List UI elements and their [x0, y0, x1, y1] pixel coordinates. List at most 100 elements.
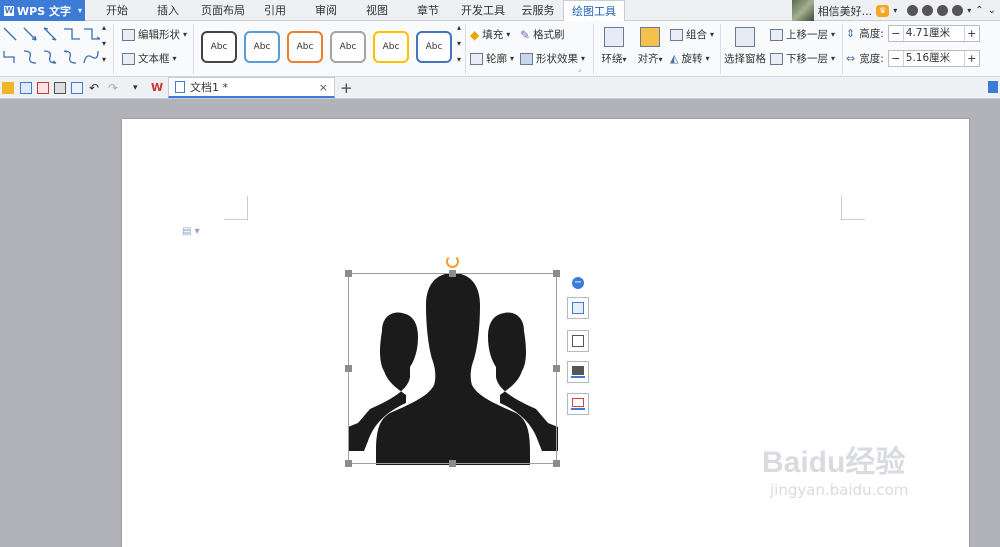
- dropdown-arrow-icon: ▾: [581, 54, 586, 63]
- styles-scroll-down[interactable]: ▾: [457, 39, 461, 48]
- more-dropdown-icon[interactable]: ▾: [967, 6, 971, 15]
- fill-color-button[interactable]: [567, 361, 589, 383]
- skin-icon[interactable]: [907, 5, 919, 16]
- resize-handle-se[interactable]: [553, 460, 560, 467]
- tab-section[interactable]: 章节: [410, 0, 446, 21]
- format-brush-icon: ✎: [520, 27, 531, 42]
- tab-drawing-tools[interactable]: 绘图工具: [563, 0, 625, 22]
- gallery-expand[interactable]: ▾: [102, 55, 106, 64]
- resize-handle-ne[interactable]: [553, 270, 560, 277]
- shape-style-4[interactable]: Abc: [330, 31, 366, 63]
- export-pdf-icon[interactable]: [37, 82, 49, 94]
- resize-handle-sw[interactable]: [345, 460, 352, 467]
- avatar[interactable]: [791, 0, 814, 21]
- wrap-layout-icon: [572, 302, 584, 314]
- fill-button[interactable]: ◆ 填充 ▾: [470, 27, 510, 42]
- rotate-icon: ◭: [670, 52, 679, 65]
- outline-color-button[interactable]: [567, 393, 589, 415]
- print-preview-icon[interactable]: [71, 82, 83, 94]
- select-pane-label: 选择窗格: [724, 53, 766, 65]
- crop-button[interactable]: [567, 330, 589, 352]
- shape-style-3[interactable]: Abc: [287, 31, 323, 63]
- outline-button[interactable]: 轮廓 ▾: [470, 51, 514, 66]
- width-decrease-button[interactable]: −: [889, 52, 903, 65]
- selection-frame[interactable]: [348, 273, 557, 464]
- dropdown-arrow-icon: ▾: [831, 54, 836, 63]
- menu-bar: W WPS 文字 ▾ 开始 插入 页面布局 引用 审阅 视图 章节 开发工具 云…: [0, 0, 1000, 22]
- line-shapes-gallery[interactable]: [2, 25, 102, 69]
- height-decrease-button[interactable]: −: [889, 27, 903, 40]
- document-page[interactable]: ▤ ▾ − Baidu经验 jingyan.baidu.com: [122, 119, 969, 547]
- dropdown-arrow-icon: ▾: [705, 54, 710, 63]
- resize-handle-n[interactable]: [449, 270, 456, 277]
- user-name[interactable]: 相信美好...: [818, 3, 873, 19]
- wrap-text-button[interactable]: 环绕▾: [598, 27, 630, 66]
- gallery-scroll-up[interactable]: ▴: [102, 23, 106, 32]
- resize-handle-nw[interactable]: [345, 270, 352, 277]
- paragraph-layout-icon[interactable]: ▤ ▾: [182, 226, 200, 237]
- format-brush-button[interactable]: ✎ 格式刷: [520, 27, 565, 42]
- shape-effect-icon: [520, 52, 533, 65]
- align-button[interactable]: 对齐▾: [634, 27, 666, 66]
- save-icon[interactable]: [20, 82, 32, 94]
- customize-toolbar-icon[interactable]: ▾: [133, 82, 145, 94]
- text-box-button[interactable]: 文本框 ▾: [122, 51, 177, 66]
- group-button[interactable]: 组合 ▾: [670, 27, 714, 42]
- tab-developer[interactable]: 开发工具: [458, 0, 508, 21]
- height-increase-button[interactable]: +: [965, 27, 979, 40]
- user-dropdown-icon[interactable]: ▾: [893, 6, 897, 15]
- rotate-button[interactable]: ◭ 旋转 ▾: [670, 51, 709, 66]
- layout-options-button[interactable]: [567, 297, 589, 319]
- help-icon[interactable]: [937, 5, 949, 16]
- print-icon[interactable]: [54, 82, 66, 94]
- styles-scroll-up[interactable]: ▴: [457, 23, 461, 32]
- collapse-toolbar-icon[interactable]: −: [572, 277, 584, 289]
- width-spinner[interactable]: − 5.16厘米 +: [887, 50, 980, 67]
- tab-references[interactable]: 引用: [257, 0, 293, 21]
- group-label: 组合: [686, 29, 707, 41]
- shape-style-6[interactable]: Abc: [416, 31, 452, 63]
- edit-shape-button[interactable]: 编辑形状 ▾: [122, 27, 187, 42]
- height-input[interactable]: 4.71厘米: [902, 26, 965, 41]
- document-tab[interactable]: 文档1 * ×: [168, 77, 335, 98]
- tab-cloud[interactable]: 云服务: [516, 0, 560, 21]
- resize-handle-e[interactable]: [553, 365, 560, 372]
- share-icon[interactable]: [952, 5, 964, 16]
- close-icon[interactable]: ×: [319, 81, 328, 94]
- resize-handle-s[interactable]: [449, 460, 456, 467]
- settings-icon[interactable]: [922, 5, 934, 16]
- sidebar-toggle-icon[interactable]: [988, 81, 998, 93]
- collapse-ribbon-icon[interactable]: ⌃: [975, 5, 983, 16]
- shape-style-5[interactable]: Abc: [373, 31, 409, 63]
- height-spinner[interactable]: − 4.71厘米 +: [887, 25, 980, 42]
- align-icon: [640, 27, 660, 47]
- styles-expand[interactable]: ▾: [457, 55, 461, 64]
- shape-effect-label: 形状效果: [536, 53, 578, 65]
- new-tab-button[interactable]: +: [340, 79, 353, 97]
- width-input[interactable]: 5.16厘米: [902, 51, 965, 66]
- styles-dialog-launcher[interactable]: ⌟: [578, 65, 581, 73]
- wps-home-icon[interactable]: W: [151, 82, 163, 94]
- shape-effect-button[interactable]: 形状效果 ▾: [520, 51, 585, 66]
- tab-page-layout[interactable]: 页面布局: [198, 0, 248, 21]
- minimize-ribbon-icon[interactable]: ⌄: [988, 5, 996, 16]
- text-box-icon: [122, 52, 135, 65]
- tab-review[interactable]: 审阅: [308, 0, 344, 21]
- tab-home[interactable]: 开始: [97, 0, 137, 21]
- tab-view[interactable]: 视图: [359, 0, 395, 21]
- rotate-handle-icon[interactable]: [446, 255, 459, 268]
- open-icon[interactable]: [2, 82, 14, 94]
- send-backward-button[interactable]: 下移一层 ▾: [770, 51, 835, 66]
- dropdown-arrow-icon: ▾: [831, 30, 836, 39]
- undo-icon[interactable]: ↶: [89, 82, 101, 94]
- shape-style-2[interactable]: Abc: [244, 31, 280, 63]
- app-menu-button[interactable]: W WPS 文字 ▾: [0, 0, 85, 21]
- redo-icon[interactable]: ↷: [108, 82, 120, 94]
- resize-handle-w[interactable]: [345, 365, 352, 372]
- shape-style-1[interactable]: Abc: [201, 31, 237, 63]
- gallery-scroll-down[interactable]: ▾: [102, 39, 106, 48]
- bring-forward-button[interactable]: 上移一层 ▾: [770, 27, 835, 42]
- select-pane-button[interactable]: 选择窗格: [724, 27, 766, 66]
- tab-insert[interactable]: 插入: [148, 0, 188, 21]
- width-increase-button[interactable]: +: [965, 52, 979, 65]
